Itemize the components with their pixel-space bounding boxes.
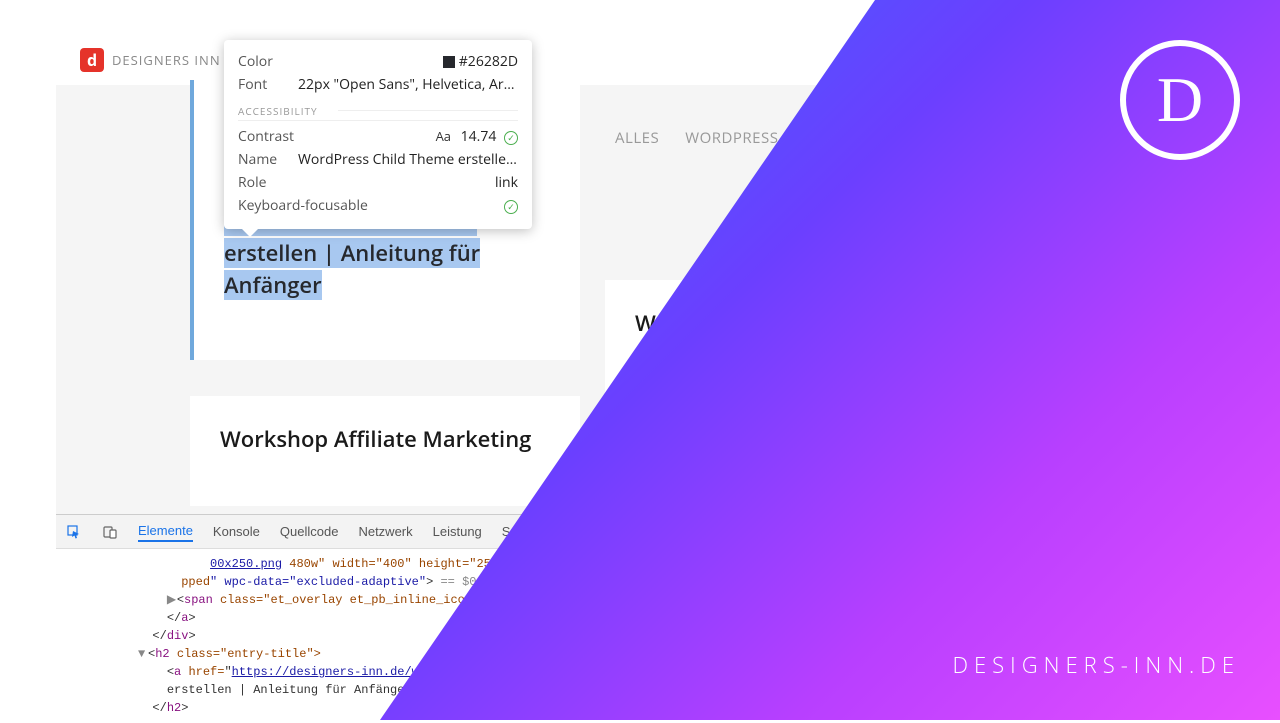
tab-quellcode[interactable]: Quellcode — [280, 522, 339, 541]
logo-text: DESIGNERS INN — [112, 51, 221, 69]
nav-item-alles[interactable]: ALLES — [615, 128, 659, 148]
tooltip-color-value: #26282D — [459, 52, 518, 71]
tooltip-color-label: Color — [238, 52, 273, 71]
tooltip-font-label: Font — [238, 75, 267, 94]
color-swatch-icon — [443, 56, 455, 68]
tooltip-contrast-label: Contrast — [238, 127, 294, 146]
check-icon: ✓ — [504, 200, 518, 214]
device-toolbar-icon[interactable] — [102, 524, 118, 540]
tooltip-name-label: Name — [238, 150, 277, 169]
logo-mark: d — [80, 48, 104, 72]
article-title: Workshop Affiliate Marketing — [220, 424, 550, 454]
site-logo[interactable]: d DESIGNERS INN — [80, 48, 221, 72]
tooltip-font-value: 22px "Open Sans", Helvetica, Arial, Lu..… — [298, 75, 518, 94]
tooltip-accessibility-header: ACCESSIBILITY — [238, 104, 518, 121]
brand-url-text: DESIGNERS-INN.DE — [952, 650, 1240, 680]
tab-leistung[interactable]: Leistung — [433, 522, 482, 541]
tab-konsole[interactable]: Konsole — [213, 522, 260, 541]
tooltip-role-value: link — [495, 173, 518, 192]
tooltip-kb-label: Keyboard-focusable — [238, 196, 368, 215]
tab-netzwerk[interactable]: Netzwerk — [358, 522, 412, 541]
tooltip-role-label: Role — [238, 173, 266, 192]
tab-elemente[interactable]: Elemente — [138, 521, 193, 542]
nav-item-wordpress[interactable]: WORDPRESS — [685, 128, 778, 148]
check-icon: ✓ — [504, 131, 518, 145]
contrast-aa-icon: Aa — [436, 127, 451, 145]
brand-circle-logo: D — [1120, 40, 1240, 160]
tooltip-name-value: WordPress Child Theme erstellen | A... — [298, 150, 518, 169]
article-card-2[interactable]: Workshop Affiliate Marketing — [190, 396, 580, 506]
devtools-element-tooltip: Color #26282D Font 22px "Open Sans", Hel… — [224, 40, 532, 229]
inspect-icon[interactable] — [66, 524, 82, 540]
tooltip-contrast-value: 14.74 — [461, 127, 497, 146]
